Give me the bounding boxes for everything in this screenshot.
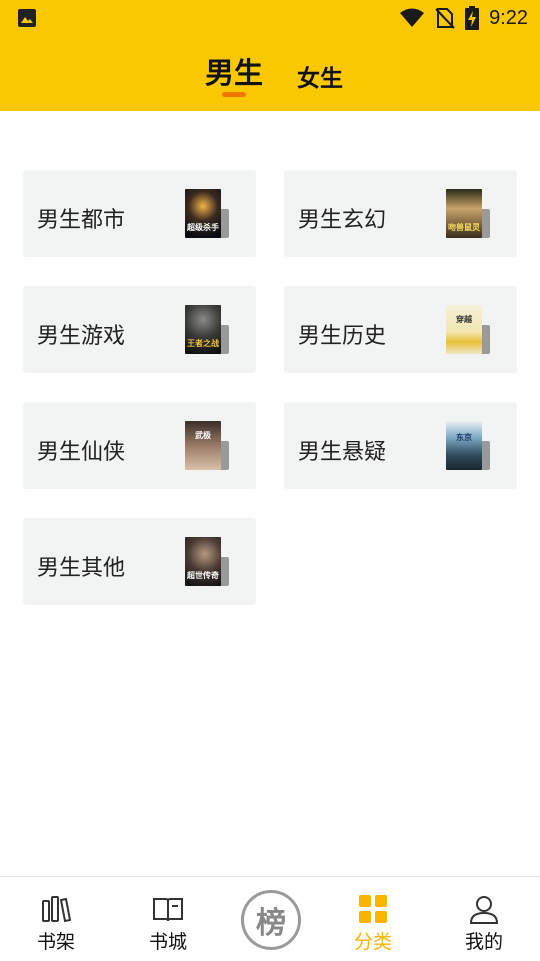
no-sim-icon xyxy=(435,8,455,29)
cover-title: 吻兽鼠灵 xyxy=(448,223,480,232)
cover-title: 王者之战 xyxy=(187,339,219,348)
book-cover: 穿越 xyxy=(446,305,490,355)
book-open-icon xyxy=(153,898,183,922)
nav-label: 分类 xyxy=(353,931,392,953)
tab-male[interactable]: 男生 xyxy=(205,50,263,92)
cover-title: 穿越 xyxy=(456,315,472,324)
cover-title: 武极 xyxy=(195,431,211,440)
category-card-mystery[interactable]: 男生悬疑 东京 xyxy=(284,402,517,489)
wifi-icon xyxy=(400,8,425,27)
book-cover: 王者之战 xyxy=(185,305,229,355)
book-cover: 吻兽鼠灵 xyxy=(446,189,490,239)
category-card-xianxia[interactable]: 男生仙侠 武极 xyxy=(23,402,256,489)
category-card-urban[interactable]: 男生都市 超级杀手 xyxy=(23,170,256,257)
top-header: 9:22 男生 女生 xyxy=(0,0,540,111)
book-cover: 超级杀手 xyxy=(185,189,229,239)
image-icon xyxy=(18,9,36,27)
category-card-history[interactable]: 男生历史 穿越 xyxy=(284,286,517,373)
nav-ranking[interactable]: 榜 xyxy=(241,890,301,950)
category-label: 男生玄幻 xyxy=(298,208,387,233)
nav-bookstore[interactable]: 书城 xyxy=(128,877,208,961)
cover-title: 东京 xyxy=(456,433,472,442)
book-cover: 武极 xyxy=(185,421,229,471)
book-cover: 东京 xyxy=(446,421,490,471)
category-card-fantasy[interactable]: 男生玄幻 吻兽鼠灵 xyxy=(284,170,517,257)
category-label: 男生历史 xyxy=(298,324,387,349)
category-label: 男生仙侠 xyxy=(37,440,126,465)
tab-female[interactable]: 女生 xyxy=(297,59,343,93)
nav-category[interactable]: 分类 xyxy=(333,877,413,961)
nav-label: 书城 xyxy=(148,931,187,953)
user-icon xyxy=(469,896,499,924)
gender-tabs: 男生 女生 xyxy=(0,50,540,100)
category-label: 男生悬疑 xyxy=(298,440,387,465)
category-card-other[interactable]: 男生其他 超世传奇 xyxy=(23,518,256,605)
tab-active-indicator xyxy=(222,92,246,97)
category-card-game[interactable]: 男生游戏 王者之战 xyxy=(23,286,256,373)
bottom-nav: 书架 书城 榜 分类 我的 xyxy=(0,876,540,960)
ranking-icon: 榜 xyxy=(256,906,286,941)
nav-label: 我的 xyxy=(464,931,503,953)
category-label: 男生其他 xyxy=(37,556,126,581)
nav-profile[interactable]: 我的 xyxy=(444,877,524,961)
nav-bookshelf[interactable]: 书架 xyxy=(16,877,96,961)
bookshelf-icon xyxy=(42,896,72,923)
cover-title: 超世传奇 xyxy=(187,571,219,580)
category-label: 男生都市 xyxy=(37,208,126,233)
category-grid-icon xyxy=(359,895,387,923)
battery-charging-icon xyxy=(465,6,480,30)
cover-title: 超级杀手 xyxy=(187,223,219,232)
category-label: 男生游戏 xyxy=(37,324,126,349)
nav-label: 书架 xyxy=(36,931,75,953)
status-time: 9:22 xyxy=(489,6,528,29)
status-bar: 9:22 xyxy=(0,0,540,36)
book-cover: 超世传奇 xyxy=(185,537,229,587)
